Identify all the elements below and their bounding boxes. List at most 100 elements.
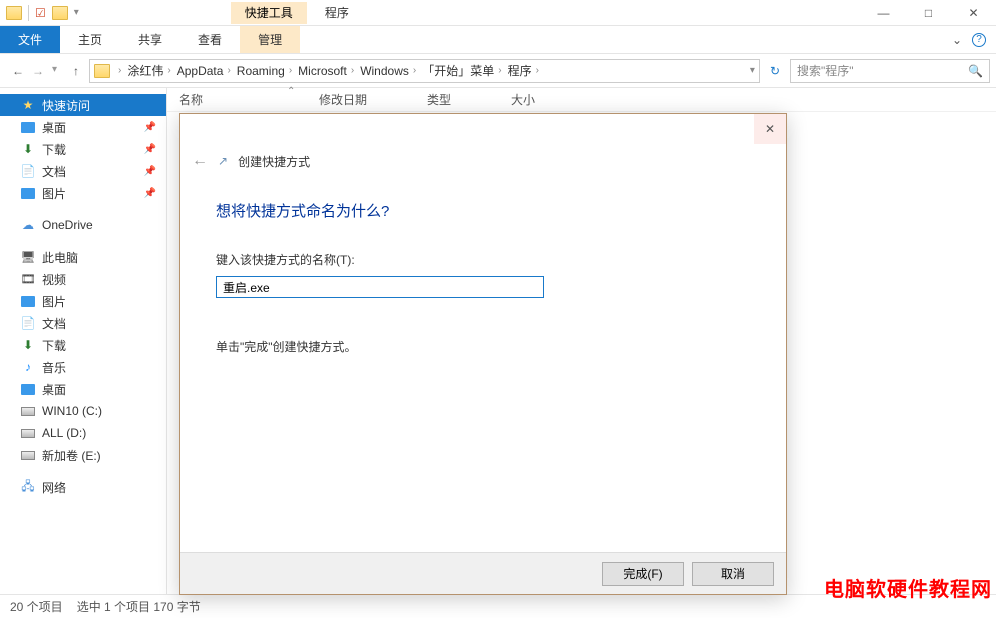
watermark-text: 电脑软硬件教程网 (824, 573, 992, 602)
contextual-tab-group: 快捷工具 (231, 2, 307, 24)
pictures-icon (21, 296, 35, 307)
window-controls: — □ ✕ (861, 0, 996, 26)
cancel-button[interactable]: 取消 (692, 562, 774, 586)
pin-icon: 📌 (144, 122, 156, 133)
up-button[interactable]: ↑ (67, 64, 85, 78)
sidebar-item-drive-d[interactable]: ALL (D:) (0, 422, 166, 444)
dialog-footer: 完成(F) 取消 (180, 552, 786, 594)
tab-home[interactable]: 主页 (60, 26, 120, 53)
breadcrumb-item[interactable]: 「开始」菜单› (420, 62, 503, 79)
breadcrumb-item[interactable]: 涂红伟› (125, 62, 172, 79)
pictures-icon (21, 188, 35, 199)
column-type[interactable]: 类型 (427, 91, 511, 108)
dialog-hint: 单击"完成"创建快捷方式。 (216, 338, 752, 355)
document-icon: 📄 (20, 315, 36, 331)
navigation-bar: ← → ▾ ↑ › 涂红伟› AppData› Roaming› Microso… (0, 54, 996, 88)
dialog-back-button[interactable]: ← (192, 152, 208, 170)
ribbon-tabs: 文件 主页 共享 查看 管理 ⌄ ? (0, 26, 996, 54)
sort-indicator-icon: ⌃ (287, 86, 295, 97)
maximize-button[interactable]: □ (906, 0, 951, 26)
ribbon-right-controls: ⌄ ? (942, 26, 996, 53)
sidebar-item-music[interactable]: ♪音乐 (0, 356, 166, 378)
drive-icon (21, 429, 35, 438)
search-box[interactable]: 搜索"程序" 🔍 (790, 59, 990, 83)
folder-icon (94, 64, 110, 78)
forward-button[interactable]: → (32, 64, 44, 78)
column-modified[interactable]: 修改日期 (319, 91, 427, 108)
breadcrumb-root-chevron[interactable]: › (116, 65, 123, 76)
breadcrumb-item[interactable]: Windows› (358, 64, 418, 78)
history-dropdown-icon[interactable]: ▾ (52, 64, 57, 78)
checkbox-icon[interactable]: ☑ (35, 6, 46, 20)
sidebar-item-documents[interactable]: 📄文档 (0, 312, 166, 334)
sidebar-network[interactable]: 🖧网络 (0, 476, 166, 498)
sidebar-item-desktop[interactable]: 桌面📌 (0, 116, 166, 138)
cloud-icon: ☁ (20, 217, 36, 233)
dialog-heading: 想将快捷方式命名为什么? (216, 200, 752, 221)
sidebar-item-pictures[interactable]: 图片📌 (0, 182, 166, 204)
dialog-input-label: 键入该快捷方式的名称(T): (216, 251, 752, 268)
ribbon-collapse-icon[interactable]: ⌄ (952, 33, 962, 47)
shortcut-wizard-icon: ↗ (218, 154, 228, 168)
document-icon: 📄 (20, 163, 36, 179)
sidebar-onedrive[interactable]: ☁OneDrive (0, 214, 166, 236)
file-tab[interactable]: 文件 (0, 26, 60, 53)
drive-icon (21, 407, 35, 416)
nav-arrows: ← → ▾ (6, 64, 63, 78)
pin-icon: 📌 (144, 188, 156, 199)
address-bar[interactable]: › 涂红伟› AppData› Roaming› Microsoft› Wind… (89, 59, 760, 83)
shortcut-name-input[interactable] (216, 276, 544, 298)
breadcrumb-item[interactable]: Roaming› (235, 64, 294, 78)
sidebar-item-pictures[interactable]: 图片 (0, 290, 166, 312)
breadcrumb-item[interactable]: Microsoft› (296, 64, 356, 78)
search-icon[interactable]: 🔍 (968, 64, 983, 78)
search-placeholder: 搜索"程序" (797, 62, 854, 79)
video-icon: 🎞 (20, 271, 36, 287)
dialog-title: 创建快捷方式 (238, 153, 310, 170)
create-shortcut-dialog: ✕ ← ↗ 创建快捷方式 想将快捷方式命名为什么? 键入该快捷方式的名称(T):… (179, 113, 787, 595)
sidebar-item-documents[interactable]: 📄文档📌 (0, 160, 166, 182)
desktop-icon (21, 122, 35, 133)
qat-dropdown-icon[interactable]: ▾ (74, 7, 79, 18)
back-button[interactable]: ← (12, 64, 24, 78)
pc-icon: 🖥 (20, 249, 36, 265)
sidebar-item-downloads[interactable]: ⬇下载 (0, 334, 166, 356)
drive-icon (21, 451, 35, 460)
navigation-pane: ★快速访问 桌面📌 ⬇下载📌 📄文档📌 图片📌 ☁OneDrive 🖥此电脑 🎞… (0, 88, 167, 594)
refresh-button[interactable]: ↻ (764, 64, 786, 78)
music-icon: ♪ (20, 359, 36, 375)
column-size[interactable]: 大小 (511, 91, 595, 108)
status-selection: 选中 1 个项目 170 字节 (77, 598, 201, 615)
breadcrumb-item[interactable]: AppData› (175, 64, 233, 78)
help-icon[interactable]: ? (972, 33, 986, 47)
tab-share[interactable]: 共享 (120, 26, 180, 53)
star-icon: ★ (20, 97, 36, 113)
address-dropdown-icon[interactable]: ▾ (750, 65, 755, 76)
minimize-button[interactable]: — (861, 0, 906, 26)
pin-icon: 📌 (144, 144, 156, 155)
app-icon (6, 6, 22, 20)
finish-button[interactable]: 完成(F) (602, 562, 684, 586)
download-icon: ⬇ (20, 141, 36, 157)
tab-manage[interactable]: 管理 (240, 26, 300, 53)
close-button[interactable]: ✕ (951, 0, 996, 26)
sidebar-item-videos[interactable]: 🎞视频 (0, 268, 166, 290)
desktop-icon (21, 384, 35, 395)
separator (28, 5, 29, 21)
dialog-close-button[interactable]: ✕ (754, 114, 786, 144)
titlebar: ☑ ▾ 快捷工具 程序 — □ ✕ (0, 0, 996, 26)
window-title: 程序 (325, 4, 349, 21)
column-name[interactable]: 名称 (179, 91, 319, 108)
sidebar-this-pc[interactable]: 🖥此电脑 (0, 246, 166, 268)
network-icon: 🖧 (20, 479, 36, 495)
download-icon: ⬇ (20, 337, 36, 353)
sidebar-item-downloads[interactable]: ⬇下载📌 (0, 138, 166, 160)
sidebar-quick-access[interactable]: ★快速访问 (0, 94, 166, 116)
tab-view[interactable]: 查看 (180, 26, 240, 53)
sidebar-item-drive-c[interactable]: WIN10 (C:) (0, 400, 166, 422)
sidebar-item-desktop[interactable]: 桌面 (0, 378, 166, 400)
pin-icon: 📌 (144, 166, 156, 177)
sidebar-item-drive-e[interactable]: 新加卷 (E:) (0, 444, 166, 466)
folder-icon[interactable] (52, 6, 68, 20)
breadcrumb-item[interactable]: 程序› (506, 62, 541, 79)
